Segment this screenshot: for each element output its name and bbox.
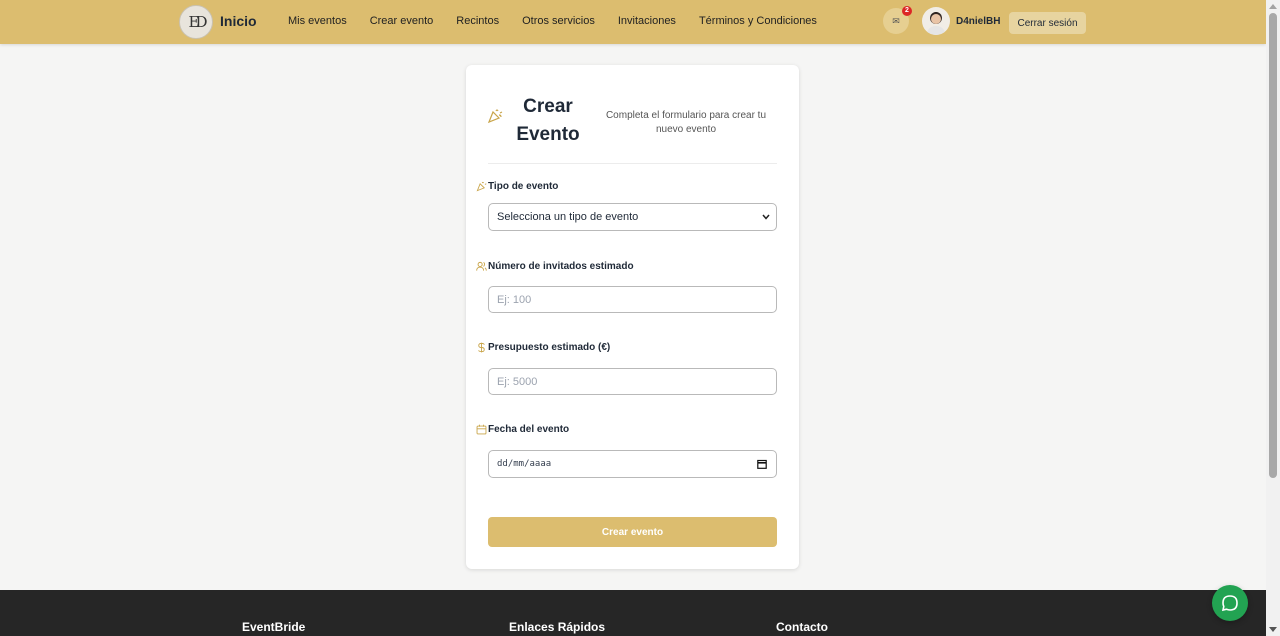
divider bbox=[488, 163, 777, 164]
main-nav: Mis eventos Crear evento Recintos Otros … bbox=[288, 15, 840, 27]
chat-button[interactable] bbox=[1212, 585, 1248, 621]
party-popper-icon bbox=[476, 181, 487, 192]
nav-otros-servicios[interactable]: Otros servicios bbox=[522, 15, 595, 27]
footer-title-eventbride: EventBride bbox=[242, 620, 306, 634]
nav-recintos[interactable]: Recintos bbox=[456, 15, 499, 27]
date-input[interactable]: dd/mm/aaaa bbox=[488, 450, 777, 478]
guests-label: Número de invitados estimado bbox=[476, 261, 634, 272]
scroll-down-arrow-icon[interactable] bbox=[1269, 627, 1277, 632]
username[interactable]: D4nielBH bbox=[956, 16, 1000, 27]
mail-icon: ✉ bbox=[892, 15, 900, 26]
footer-title-enlaces: Enlaces Rápidos bbox=[509, 620, 606, 634]
page-subtitle: Completa el formulario para crear tu nue… bbox=[605, 110, 767, 135]
nav-terminos[interactable]: Términos y Condiciones bbox=[699, 15, 817, 27]
page-title: Crear Evento bbox=[516, 96, 580, 145]
logout-button[interactable]: Cerrar sesión bbox=[1009, 12, 1086, 34]
avatar[interactable] bbox=[922, 7, 950, 35]
scroll-up-arrow-icon[interactable] bbox=[1269, 4, 1277, 9]
calendar-icon bbox=[476, 424, 487, 435]
footer-title-contacto: Contacto bbox=[776, 620, 828, 634]
guests-input[interactable]: Ej: 100 bbox=[488, 286, 777, 313]
notification-badge: 2 bbox=[902, 6, 912, 16]
chevron-down-icon bbox=[762, 214, 770, 220]
nav-invitaciones[interactable]: Invitaciones bbox=[618, 15, 676, 27]
page-scrollbar[interactable] bbox=[1266, 0, 1280, 636]
create-event-card: Crear Evento Completa el formulario para… bbox=[466, 65, 799, 569]
footer: EventBride Enlaces Rápidos Contacto bbox=[0, 590, 1266, 636]
calendar-picker-icon[interactable] bbox=[757, 459, 767, 469]
users-icon bbox=[476, 261, 487, 271]
dollar-icon bbox=[478, 342, 485, 353]
create-event-button[interactable]: Crear evento bbox=[488, 517, 777, 547]
event-type-label: Tipo de evento bbox=[476, 181, 558, 192]
party-popper-icon bbox=[487, 109, 503, 124]
top-navbar: ED Inicio Mis eventos Crear evento Recin… bbox=[0, 0, 1266, 44]
scroll-thumb[interactable] bbox=[1269, 13, 1277, 478]
budget-label: Presupuesto estimado (€) bbox=[476, 342, 610, 353]
chat-bubble-icon bbox=[1221, 595, 1238, 612]
nav-mis-eventos[interactable]: Mis eventos bbox=[288, 15, 347, 27]
home-link[interactable]: Inicio bbox=[220, 13, 257, 29]
event-type-select[interactable]: Selecciona un tipo de evento bbox=[488, 203, 777, 231]
budget-input[interactable]: Ej: 5000 bbox=[488, 368, 777, 395]
nav-crear-evento[interactable]: Crear evento bbox=[370, 15, 434, 27]
logo[interactable]: ED bbox=[179, 5, 213, 39]
date-label: Fecha del evento bbox=[476, 424, 569, 435]
